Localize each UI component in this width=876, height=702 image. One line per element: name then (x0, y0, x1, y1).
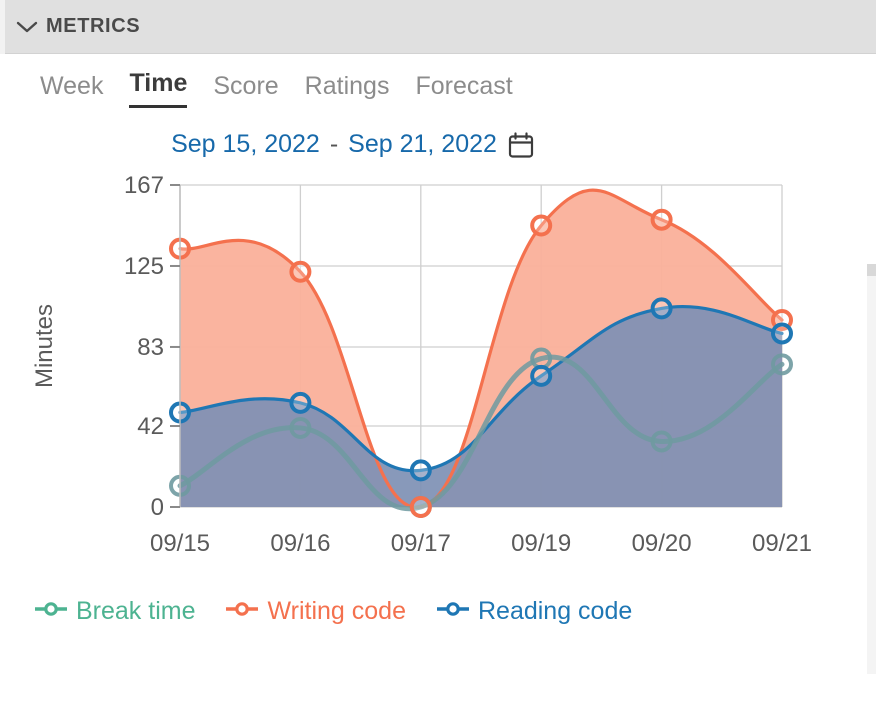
date-range-end[interactable]: Sep 21, 2022 (348, 130, 497, 159)
tab-forecast[interactable]: Forecast (415, 74, 512, 108)
date-range-selector: Sep 15, 2022 - Sep 21, 2022 (0, 130, 876, 159)
y-axis-tick-label: 83 (137, 334, 164, 361)
x-axis-tick-label: 09/15 (150, 530, 210, 557)
chart-point[interactable] (289, 260, 312, 283)
x-axis: 09/15 09/16 09/17 09/19 09/20 09/21 (150, 530, 812, 557)
chart-point[interactable] (409, 459, 432, 482)
date-range-separator: - (329, 130, 339, 158)
page-title: METRICS (46, 15, 141, 37)
tab-time[interactable]: Time (129, 71, 188, 108)
y-axis-tick-label: 125 (124, 253, 164, 280)
metrics-panel: METRICS Week Time Score Ratings Forecast… (0, 0, 876, 702)
x-axis-tick-label: 09/16 (270, 530, 330, 557)
tab-score[interactable]: Score (213, 74, 278, 108)
chart-point[interactable] (409, 496, 432, 518)
y-axis-tick-label: 0 (151, 494, 164, 521)
y-axis-tick-label: 42 (137, 413, 164, 440)
legend-marker-break-time (34, 601, 68, 622)
x-axis-tick-label: 09/17 (391, 530, 451, 557)
y-axis: 0 42 83 125 167 (124, 173, 181, 521)
legend-marker-reading-code (436, 601, 470, 622)
chevron-down-icon[interactable] (14, 14, 40, 40)
panel-left-edge (0, 0, 5, 54)
y-axis-title-label: Minutes (31, 304, 58, 388)
tab-ratings[interactable]: Ratings (305, 74, 390, 108)
chart-point[interactable] (771, 322, 793, 345)
time-metrics-chart: 0 42 83 125 167 09/15 09/16 09/17 09/19 09/20 09/… (0, 173, 876, 603)
chart-point[interactable] (289, 391, 312, 414)
vertical-scrollbar-track[interactable] (867, 264, 876, 674)
chart-svg: 04283125167 09/15 09/16 09/17 09/19 09/20 09/… (31, 173, 812, 557)
date-range-start[interactable]: Sep 15, 2022 (171, 130, 320, 159)
tab-week[interactable]: Week (40, 74, 103, 108)
chart-point[interactable] (650, 208, 673, 231)
y-axis-tick-label: 167 (124, 173, 164, 199)
x-axis-tick-label: 09/21 (752, 530, 812, 557)
chart-point[interactable] (530, 214, 553, 237)
calendar-icon[interactable] (507, 131, 535, 159)
panel-header[interactable]: METRICS (0, 0, 876, 54)
chart-point[interactable] (530, 364, 553, 387)
y-axis-title: Minutes (31, 304, 58, 388)
vertical-scrollbar-thumb[interactable] (867, 264, 876, 276)
tab-bar: Week Time Score Ratings Forecast (0, 54, 876, 108)
legend-marker-writing-code (225, 601, 259, 622)
chart-point[interactable] (650, 297, 673, 320)
x-axis-tick-label: 09/19 (511, 530, 571, 557)
x-axis-tick-label: 09/20 (632, 530, 692, 557)
